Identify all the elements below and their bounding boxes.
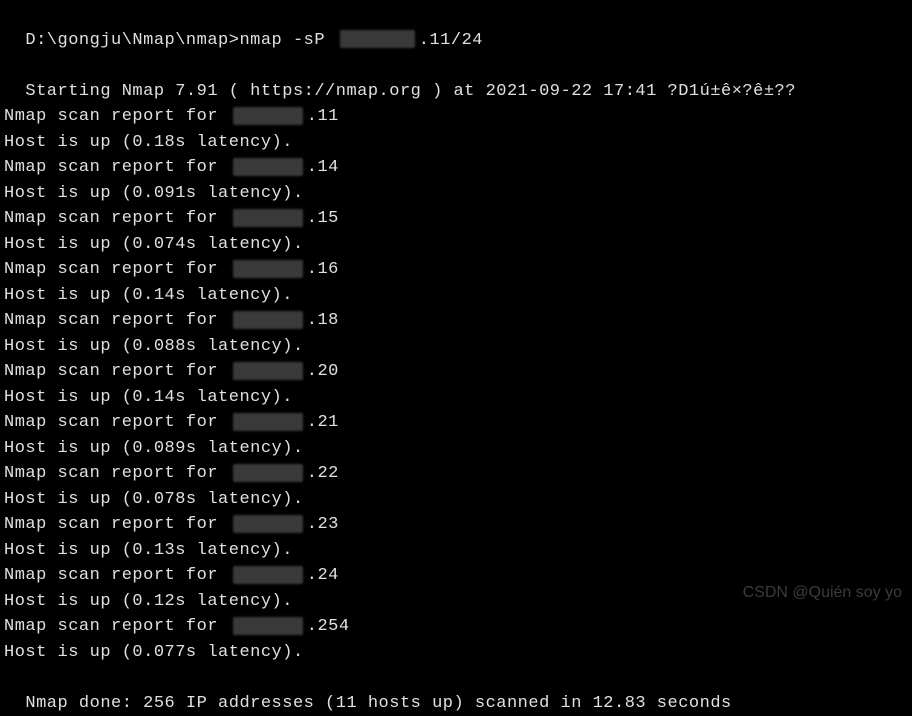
redacted-ip: xxx [233,617,303,635]
report-prefix: Nmap scan report for [4,311,229,330]
command-prompt-line[interactable]: D:\gongju\Nmap\nmap>nmap -sP xxx.11/24 [4,2,908,53]
ip-suffix: .15 [307,209,339,228]
done-text: Nmap done: 256 IP addresses (11 hosts up… [25,694,731,713]
redacted-ip: xxx [233,464,303,482]
host-up-prefix: Host is up ( [4,235,132,254]
latency-value: 0.078s [132,490,196,509]
host-up-prefix: Host is up ( [4,133,132,152]
host-up-suffix: latency). [197,643,304,662]
report-prefix: Nmap scan report for [4,362,229,381]
host-up-line: Host is up (0.18s latency). [4,130,908,156]
ip-suffix: .23 [307,515,339,534]
latency-value: 0.14s [132,286,186,305]
host-up-suffix: latency). [197,235,304,254]
redacted-ip: xxx [233,362,303,380]
ip-suffix: .11 [307,107,339,126]
host-up-prefix: Host is up ( [4,388,132,407]
redacted-ip: xxx [233,515,303,533]
scan-report-line: Nmap scan report for xxx.16 [4,257,908,283]
host-up-prefix: Host is up ( [4,541,132,560]
latency-value: 0.089s [132,439,196,458]
ip-suffix: .21 [307,413,339,432]
report-prefix: Nmap scan report for [4,617,229,636]
redacted-ip: xxx [233,566,303,584]
latency-value: 0.074s [132,235,196,254]
host-up-line: Host is up (0.091s latency). [4,181,908,207]
latency-value: 0.18s [132,133,186,152]
scan-report-line: Nmap scan report for xxx.20 [4,359,908,385]
prompt-path: D:\gongju\Nmap\nmap> [25,31,239,50]
host-up-prefix: Host is up ( [4,337,132,356]
host-up-prefix: Host is up ( [4,592,132,611]
starting-line: Starting Nmap 7.91 ( https://nmap.org ) … [4,53,908,104]
host-up-suffix: latency). [186,541,293,560]
latency-value: 0.091s [132,184,196,203]
scan-report-line: Nmap scan report for xxx.18 [4,308,908,334]
host-up-line: Host is up (0.077s latency). [4,640,908,666]
host-up-prefix: Host is up ( [4,286,132,305]
host-up-prefix: Host is up ( [4,184,132,203]
host-up-line: Host is up (0.078s latency). [4,487,908,513]
ip-suffix: .20 [307,362,339,381]
done-line: Nmap done: 256 IP addresses (11 hosts up… [4,665,908,716]
latency-value: 0.077s [132,643,196,662]
host-up-suffix: latency). [186,388,293,407]
host-up-line: Host is up (0.14s latency). [4,385,908,411]
host-up-line: Host is up (0.089s latency). [4,436,908,462]
host-up-suffix: latency). [186,133,293,152]
scan-report-line: Nmap scan report for xxx.254 [4,614,908,640]
host-up-suffix: latency). [197,184,304,203]
report-prefix: Nmap scan report for [4,260,229,279]
report-prefix: Nmap scan report for [4,566,229,585]
scan-report-line: Nmap scan report for xxx.15 [4,206,908,232]
host-up-prefix: Host is up ( [4,490,132,509]
host-up-line: Host is up (0.074s latency). [4,232,908,258]
ip-suffix: .254 [307,617,350,636]
ip-suffix: .24 [307,566,339,585]
scan-report-line: Nmap scan report for xxx.21 [4,410,908,436]
host-up-suffix: latency). [197,490,304,509]
host-up-suffix: latency). [197,337,304,356]
host-up-line: Host is up (0.13s latency). [4,538,908,564]
scan-report-line: Nmap scan report for xxx.23 [4,512,908,538]
redacted-ip: xxx [340,30,415,48]
starting-text: Starting Nmap 7.91 ( https://nmap.org ) … [25,82,796,101]
host-up-suffix: latency). [197,439,304,458]
host-up-line: Host is up (0.14s latency). [4,283,908,309]
redacted-ip: xxx [233,311,303,329]
latency-value: 0.12s [132,592,186,611]
redacted-ip: xxx [233,107,303,125]
host-up-suffix: latency). [186,286,293,305]
host-up-prefix: Host is up ( [4,643,132,662]
target-suffix: .11/24 [419,31,483,50]
redacted-ip: xxx [233,413,303,431]
report-prefix: Nmap scan report for [4,209,229,228]
report-prefix: Nmap scan report for [4,413,229,432]
redacted-ip: xxx [233,158,303,176]
latency-value: 0.088s [132,337,196,356]
report-prefix: Nmap scan report for [4,464,229,483]
latency-value: 0.14s [132,388,186,407]
command-text: nmap -sP [239,31,325,50]
scan-report-line: Nmap scan report for xxx.22 [4,461,908,487]
ip-suffix: .16 [307,260,339,279]
host-up-prefix: Host is up ( [4,439,132,458]
host-up-suffix: latency). [186,592,293,611]
ip-suffix: .22 [307,464,339,483]
scan-report-line: Nmap scan report for xxx.11 [4,104,908,130]
report-prefix: Nmap scan report for [4,515,229,534]
ip-suffix: .14 [307,158,339,177]
watermark: CSDN @Quién soy yo [743,581,902,605]
scan-report-line: Nmap scan report for xxx.14 [4,155,908,181]
redacted-ip: xxx [233,209,303,227]
report-prefix: Nmap scan report for [4,158,229,177]
redacted-ip: xxx [233,260,303,278]
report-prefix: Nmap scan report for [4,107,229,126]
ip-suffix: .18 [307,311,339,330]
host-up-line: Host is up (0.088s latency). [4,334,908,360]
latency-value: 0.13s [132,541,186,560]
